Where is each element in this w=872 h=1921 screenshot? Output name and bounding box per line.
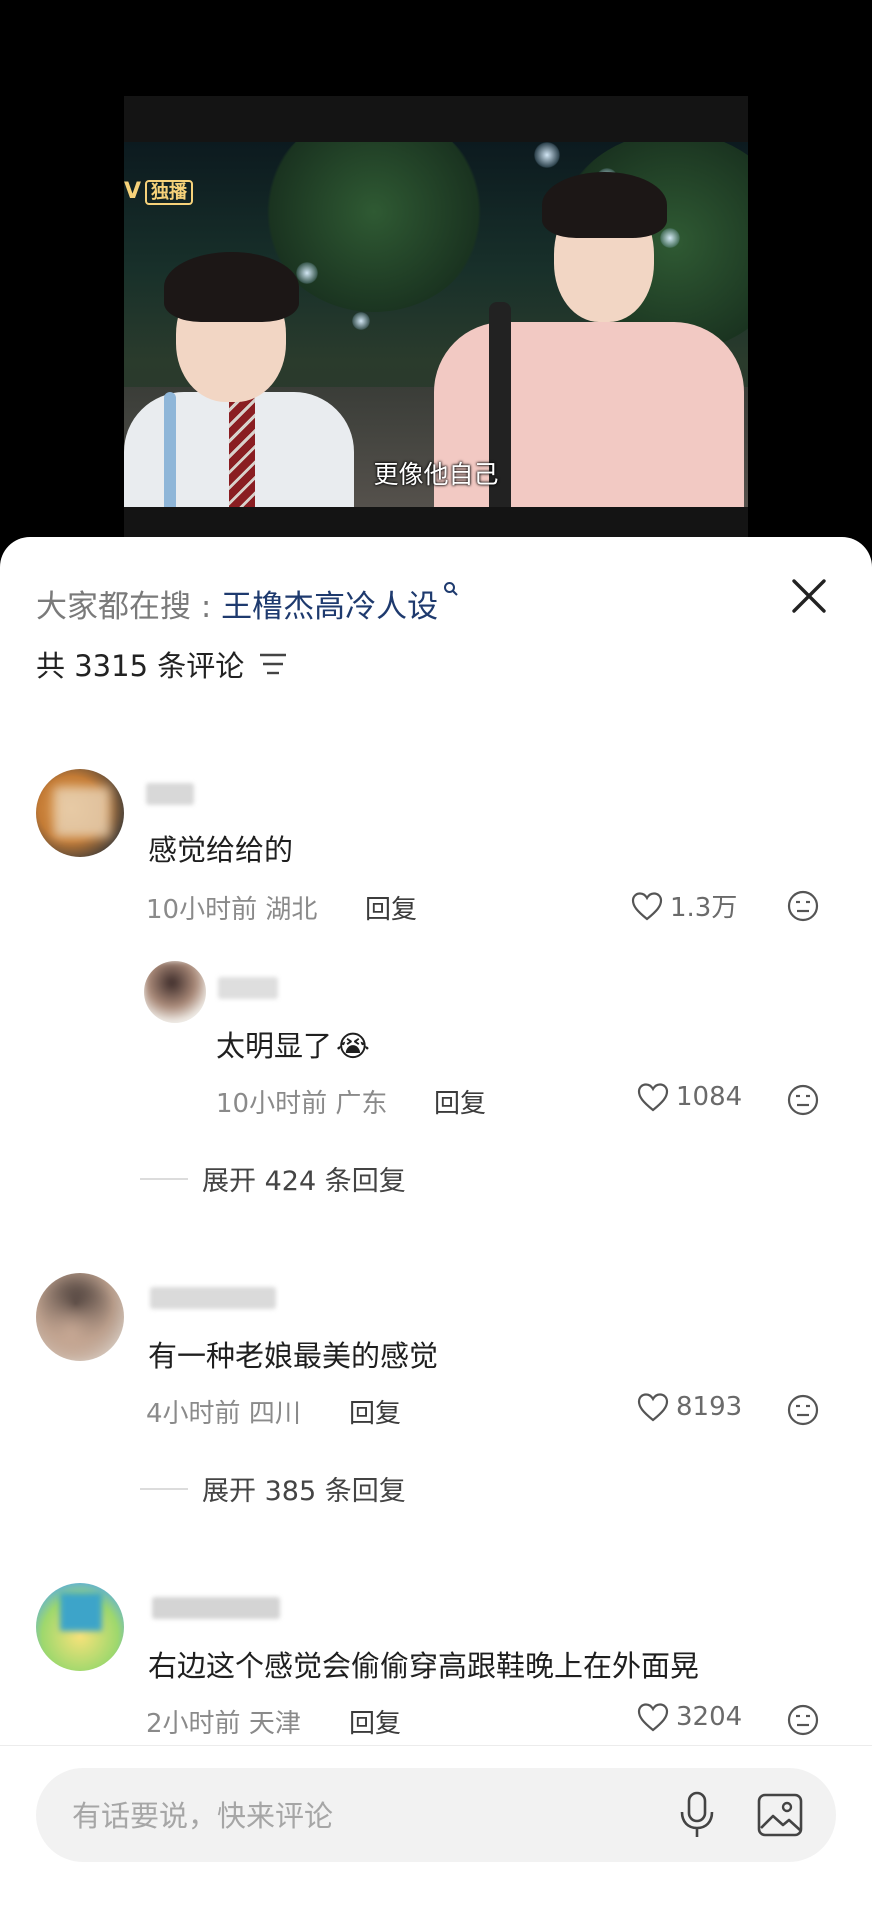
comment-meta: 4小时前 四川 xyxy=(146,1393,301,1430)
comment-sheet: 大家都在搜 : 王橹杰高冷人设 共 3315 条评论 感觉给给的 10小时前 湖… xyxy=(0,537,872,1920)
comment-text: 感觉给给的 xyxy=(148,833,294,867)
video-subtitle: 更像他自己 xyxy=(373,460,499,489)
username-blurred[interactable] xyxy=(146,783,194,805)
avatar[interactable] xyxy=(144,961,206,1023)
username-blurred[interactable] xyxy=(152,1597,280,1619)
avatar[interactable] xyxy=(36,1273,124,1361)
heart-icon xyxy=(637,1393,669,1422)
dislike-face-icon[interactable] xyxy=(786,1083,820,1117)
like-button[interactable]: 3204 xyxy=(636,1701,742,1733)
comment-input-box[interactable] xyxy=(36,1768,836,1864)
comment-time: 10小时前 xyxy=(146,895,258,925)
like-count: 3204 xyxy=(676,1702,743,1732)
expand-replies-button[interactable]: 展开 385 条回复 xyxy=(140,1469,406,1508)
reply-button[interactable]: 回复 xyxy=(349,1703,401,1740)
trending-search[interactable]: 大家都在搜 : 王橹杰高冷人设 xyxy=(36,581,459,626)
comment-location: 天津 xyxy=(248,1709,301,1739)
divider xyxy=(140,1487,188,1490)
divider xyxy=(140,1177,188,1180)
comment-input-bar xyxy=(0,1745,872,1921)
username-blurred[interactable] xyxy=(218,977,278,999)
reply-time: 10小时前 xyxy=(216,1089,328,1119)
trending-search-keyword[interactable]: 王橹杰高冷人设 xyxy=(221,589,438,625)
like-count: 1.3万 xyxy=(670,893,738,923)
username-blurred[interactable] xyxy=(150,1287,276,1309)
filter-icon[interactable] xyxy=(258,651,288,677)
crying-emoji-icon: 😭 xyxy=(336,1029,370,1063)
comment-time: 4小时前 xyxy=(146,1399,241,1429)
heart-icon xyxy=(637,1703,669,1732)
comment-meta: 10小时前 湖北 xyxy=(146,889,317,926)
close-icon[interactable] xyxy=(786,573,832,619)
comment-text: 右边这个感觉会偷偷穿高跟鞋晚上在外面晃 xyxy=(148,1649,700,1683)
reply-button[interactable]: 回复 xyxy=(434,1083,486,1120)
dislike-face-icon[interactable] xyxy=(786,1703,820,1737)
comment-time: 2小时前 xyxy=(146,1709,241,1739)
video-thumbnail[interactable] xyxy=(124,142,748,507)
like-count: 1084 xyxy=(676,1082,743,1112)
like-button[interactable]: 8193 xyxy=(636,1391,742,1423)
expand-replies-label: 展开 385 条回复 xyxy=(202,1476,406,1507)
comment-input[interactable] xyxy=(70,1768,654,1864)
like-count: 8193 xyxy=(676,1392,743,1422)
comment-count-label: 共 3315 条评论 xyxy=(36,649,245,683)
expand-replies-label: 展开 424 条回复 xyxy=(202,1166,406,1197)
dislike-face-icon[interactable] xyxy=(786,1393,820,1427)
microphone-icon[interactable] xyxy=(676,1790,718,1840)
comment-count: 共 3315 条评论 xyxy=(36,643,288,685)
like-button[interactable]: 1.3万 xyxy=(630,887,737,924)
avatar[interactable] xyxy=(36,1583,124,1671)
comment-text: 有一种老娘最美的感觉 xyxy=(148,1339,439,1373)
exclusive-badge: 独播 xyxy=(145,180,194,205)
avatar[interactable] xyxy=(36,769,124,857)
image-icon[interactable] xyxy=(756,1792,804,1838)
dislike-face-icon[interactable] xyxy=(786,889,820,923)
expand-replies-button[interactable]: 展开 424 条回复 xyxy=(140,1159,406,1198)
channel-badge: V 独播 xyxy=(124,178,194,205)
reply-location: 广东 xyxy=(335,1089,388,1119)
like-button[interactable]: 1084 xyxy=(636,1081,742,1113)
reply-button[interactable]: 回复 xyxy=(349,1393,401,1430)
heart-icon xyxy=(637,1083,669,1112)
reply-text: 太明显了 😭 xyxy=(216,1029,370,1063)
trending-search-prefix: 大家都在搜 : xyxy=(36,589,222,625)
comment-meta: 2小时前 天津 xyxy=(146,1703,301,1740)
reply-meta: 10小时前 广东 xyxy=(216,1083,387,1120)
comment-location: 四川 xyxy=(248,1399,301,1429)
search-icon xyxy=(438,582,459,601)
comment-location: 湖北 xyxy=(265,895,318,925)
scene-light xyxy=(534,142,560,168)
video-player[interactable]: V 独播 更像他自己 xyxy=(0,0,872,560)
reply-button[interactable]: 回复 xyxy=(365,889,417,926)
heart-icon xyxy=(631,891,663,920)
